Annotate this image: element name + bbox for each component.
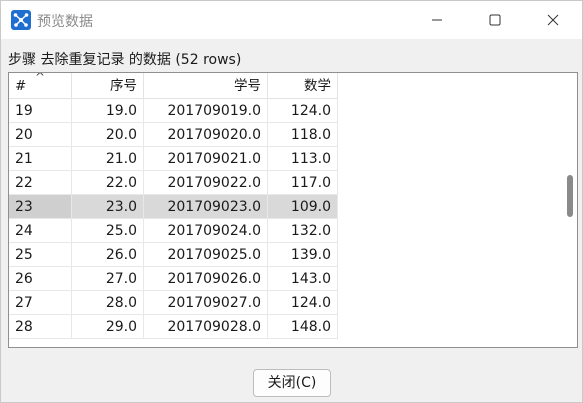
row-index-cell: 20 [9,123,72,147]
sort-ascending-icon: ^ [35,72,46,84]
math-cell: 113.0 [268,147,338,171]
student-id-cell: 201709021.0 [144,147,268,171]
seq-cell: 27.0 [72,267,144,291]
column-header-math[interactable]: 数学 [268,73,338,99]
table-row[interactable]: 27 28.0 201709027.0 124.0 [9,291,565,315]
table-row-selected[interactable]: 23 23.0 201709023.0 109.0 [9,195,565,219]
row-index-cell: 22 [9,171,72,195]
row-index-cell: 19 [9,99,72,123]
column-header-student-id[interactable]: 学号 [144,73,268,99]
math-cell: 124.0 [268,291,338,315]
preview-data-dialog: 预览数据 步骤 去除重复记录 的数据 (52 rows) # ^ 序号 学号 数… [0,0,583,403]
row-index-cell: 26 [9,267,72,291]
seq-cell: 19.0 [72,99,144,123]
math-cell: 109.0 [268,195,338,219]
table-row[interactable]: 26 27.0 201709026.0 143.0 [9,267,565,291]
seq-cell: 23.0 [72,195,144,219]
grid-header: # ^ 序号 学号 数学 [9,73,565,99]
seq-cell: 21.0 [72,147,144,171]
row-index-cell: 27 [9,291,72,315]
maximize-icon [489,14,501,26]
student-id-cell: 201709025.0 [144,243,268,267]
seq-cell: 22.0 [72,171,144,195]
minimize-icon [432,19,442,21]
scrollbar-thumb[interactable] [567,175,573,217]
app-logo-icon [11,10,31,30]
vertical-scrollbar[interactable] [564,73,577,347]
seq-cell: 25.0 [72,219,144,243]
student-id-cell: 201709020.0 [144,123,268,147]
table-row[interactable]: 22 22.0 201709022.0 117.0 [9,171,565,195]
student-id-cell: 201709023.0 [144,195,268,219]
window-title: 预览数据 [37,14,93,30]
math-cell: 143.0 [268,267,338,291]
student-id-cell: 201709026.0 [144,267,268,291]
step-caption: 步骤 去除重复记录 的数据 (52 rows) [8,52,242,68]
maximize-button[interactable] [466,1,524,39]
seq-cell: 26.0 [72,243,144,267]
data-grid[interactable]: # ^ 序号 学号 数学 19 19.0 201709019.0 124.0 2… [8,72,578,348]
table-row[interactable]: 25 26.0 201709025.0 139.0 [9,243,565,267]
row-index-cell: 23 [9,195,72,219]
column-header-index[interactable]: # ^ [9,73,72,99]
column-header-seq[interactable]: 序号 [72,73,144,99]
math-cell: 117.0 [268,171,338,195]
math-cell: 139.0 [268,243,338,267]
math-cell: 132.0 [268,219,338,243]
row-index-cell: 25 [9,243,72,267]
table-row[interactable]: 28 29.0 201709028.0 148.0 [9,315,565,339]
table-row[interactable]: 20 20.0 201709020.0 118.0 [9,123,565,147]
student-id-cell: 201709022.0 [144,171,268,195]
title-bar: 预览数据 [1,1,582,39]
seq-cell: 29.0 [72,315,144,339]
row-index-cell: 21 [9,147,72,171]
close-window-button[interactable] [524,1,582,39]
math-cell: 148.0 [268,315,338,339]
student-id-cell: 201709028.0 [144,315,268,339]
table-row[interactable]: 19 19.0 201709019.0 124.0 [9,99,565,123]
math-cell: 124.0 [268,99,338,123]
close-icon [547,14,559,26]
student-id-cell: 201709024.0 [144,219,268,243]
student-id-cell: 201709019.0 [144,99,268,123]
seq-cell: 20.0 [72,123,144,147]
minimize-button[interactable] [408,1,466,39]
student-id-cell: 201709027.0 [144,291,268,315]
math-cell: 118.0 [268,123,338,147]
row-index-cell: 28 [9,315,72,339]
close-button[interactable]: 关闭(C) [253,369,331,397]
row-index-cell: 24 [9,219,72,243]
table-row[interactable]: 24 25.0 201709024.0 132.0 [9,219,565,243]
seq-cell: 28.0 [72,291,144,315]
column-header-label: # [15,78,27,94]
table-row[interactable]: 21 21.0 201709021.0 113.0 [9,147,565,171]
